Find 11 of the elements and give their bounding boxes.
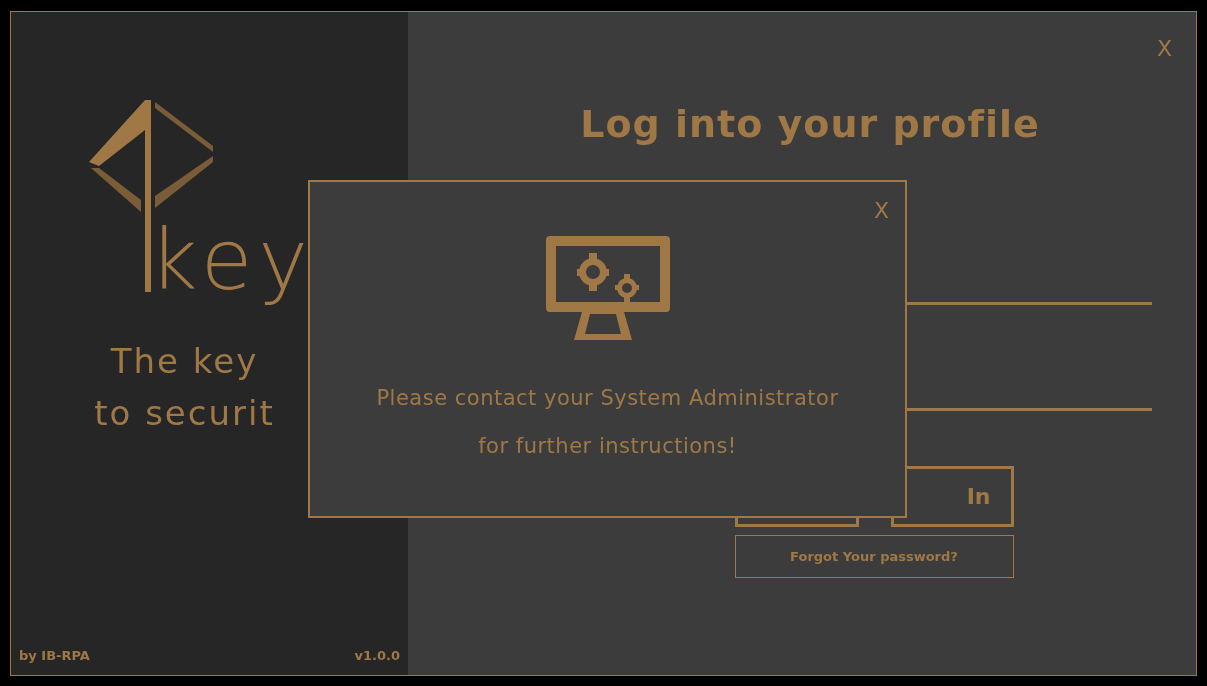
version-text: v1.0.0	[354, 646, 400, 665]
tagline-text: The key	[110, 340, 259, 383]
login-title: Log into your profile	[580, 101, 1040, 148]
close-button[interactable]: X	[1156, 32, 1172, 65]
dialog-message: for further instructions!	[478, 433, 737, 460]
author-text: by IB-RPA	[19, 646, 90, 665]
monitor-gears-icon	[545, 236, 670, 340]
close-button[interactable]: X	[873, 194, 889, 227]
forgot-password-button[interactable]: Forgot Your password?	[734, 535, 1014, 578]
tagline-text: to securit	[94, 392, 275, 435]
dialog-message: Please contact your System Administrator	[376, 385, 839, 412]
